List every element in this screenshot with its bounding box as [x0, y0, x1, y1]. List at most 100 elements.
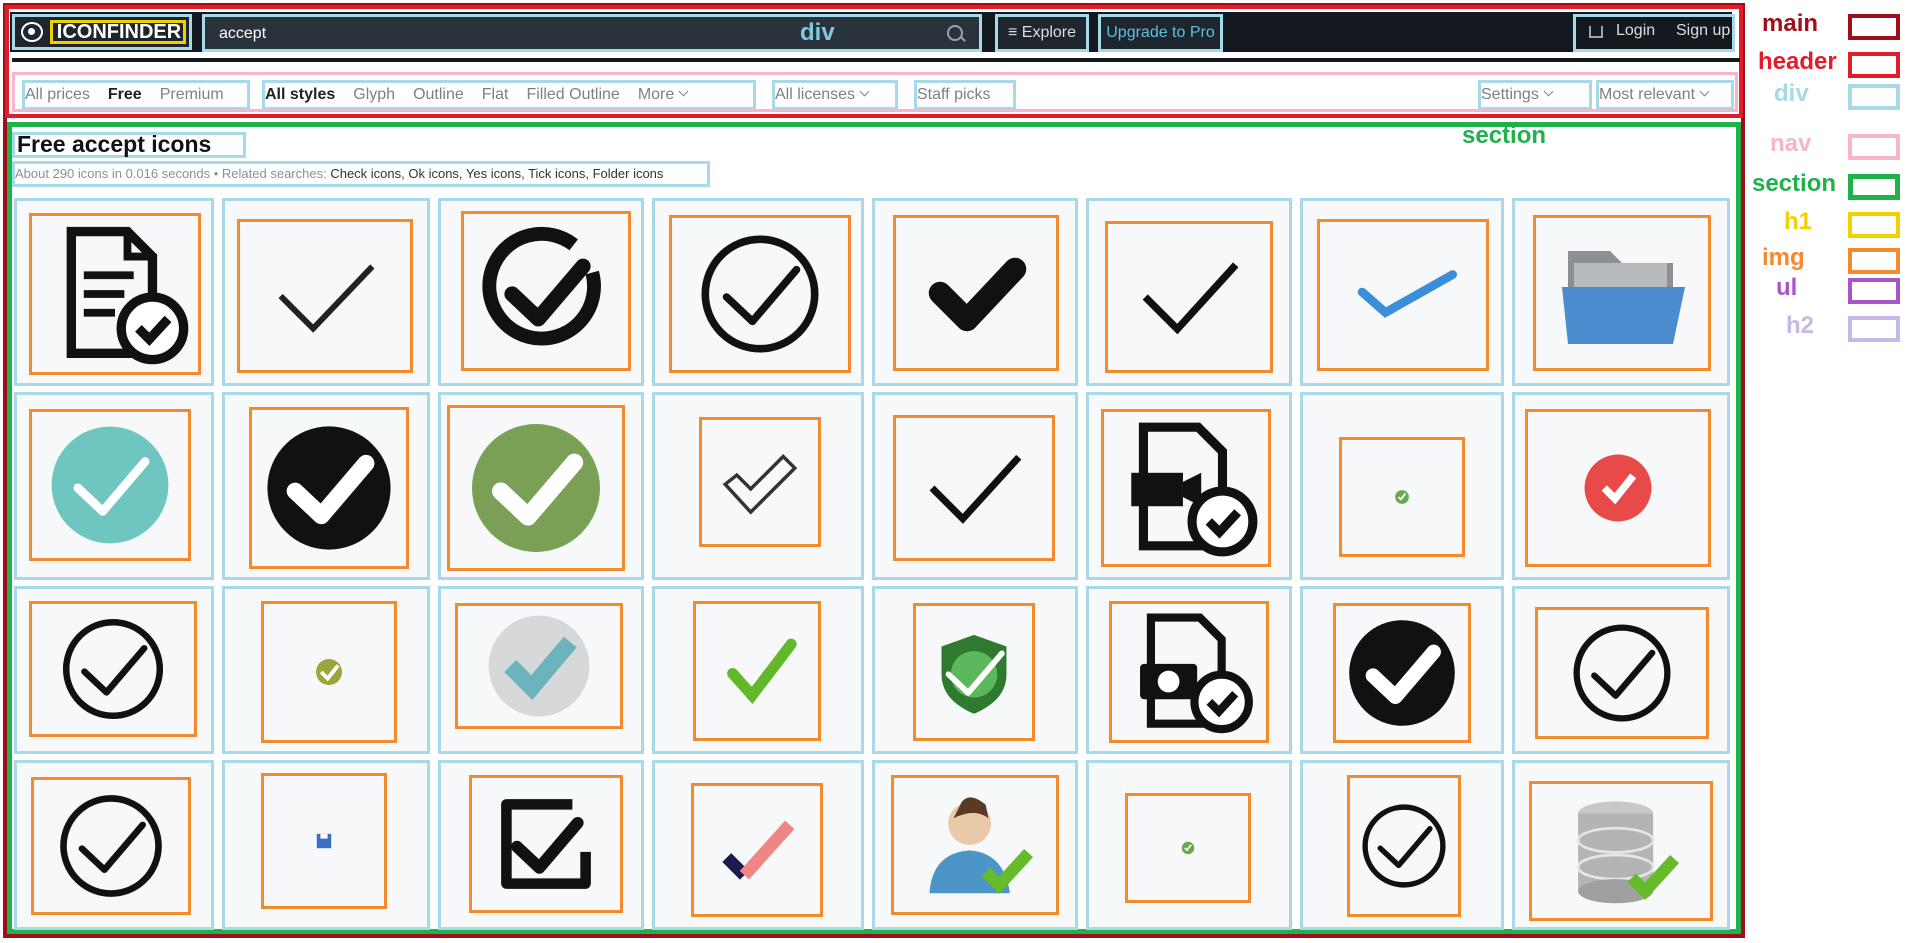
- legend-swatch: [1848, 134, 1900, 160]
- legend-label: main: [1762, 10, 1819, 37]
- small-olive-check-icon[interactable]: [261, 601, 397, 743]
- icon-card[interactable]: [14, 198, 214, 386]
- chevron-down-icon: [1699, 86, 1710, 97]
- check-icon[interactable]: [893, 415, 1055, 561]
- icon-card[interactable]: [652, 760, 864, 930]
- small-green-check-icon[interactable]: [1339, 437, 1465, 557]
- icon-card[interactable]: [222, 198, 430, 386]
- filter-more[interactable]: More: [638, 86, 674, 103]
- legend-label: ul: [1776, 274, 1798, 301]
- icon-card[interactable]: [1512, 586, 1730, 754]
- icon-card[interactable]: [438, 392, 644, 580]
- pink-check-icon[interactable]: [691, 783, 823, 917]
- filter-all-styles[interactable]: All styles: [265, 86, 335, 103]
- icon-card[interactable]: [14, 760, 214, 930]
- settings-dropdown[interactable]: Settings: [1478, 80, 1592, 110]
- logo[interactable]: ICONFINDER: [12, 14, 192, 50]
- filter-premium[interactable]: Premium: [160, 86, 224, 103]
- folder-icon[interactable]: [1533, 215, 1711, 371]
- user-check-icon[interactable]: [891, 775, 1059, 915]
- icon-card[interactable]: [1512, 198, 1730, 386]
- search-icon[interactable]: [947, 25, 963, 41]
- filter-all-prices[interactable]: All prices: [25, 86, 90, 103]
- circle-check-icon[interactable]: [669, 215, 851, 373]
- blue-check-icon[interactable]: [1317, 219, 1489, 371]
- icon-card[interactable]: [1300, 198, 1504, 386]
- teal-circle-check-icon[interactable]: [29, 409, 191, 561]
- icon-card[interactable]: [1086, 760, 1292, 930]
- database-check-icon[interactable]: [1529, 781, 1713, 921]
- div-annotation-label: div: [800, 19, 835, 46]
- check-icon[interactable]: [1105, 221, 1273, 373]
- icon-card[interactable]: [438, 198, 644, 386]
- video-file-check-icon[interactable]: [1101, 409, 1271, 567]
- green-check-icon[interactable]: [693, 601, 821, 741]
- cart-icon[interactable]: [1589, 26, 1603, 38]
- icon-card[interactable]: [438, 586, 644, 754]
- green-circle-check-icon[interactable]: [447, 405, 625, 571]
- filter-outline[interactable]: Outline: [413, 86, 464, 103]
- thin-check-icon[interactable]: [237, 219, 413, 373]
- legend-label: img: [1762, 244, 1805, 271]
- icon-card[interactable]: [652, 198, 864, 386]
- auth-links: Login Sign up: [1573, 14, 1735, 52]
- login-link[interactable]: Login: [1616, 22, 1655, 40]
- legend-swatch: [1848, 316, 1900, 342]
- license-filter[interactable]: All licenses: [772, 80, 898, 110]
- square-check-icon[interactable]: [469, 775, 623, 913]
- icon-card[interactable]: [1512, 392, 1730, 580]
- upgrade-button[interactable]: Upgrade to Pro: [1098, 14, 1223, 52]
- icon-card[interactable]: [1086, 392, 1292, 580]
- icon-card[interactable]: [1086, 586, 1292, 754]
- legend-swatch: [1848, 248, 1900, 274]
- icon-card[interactable]: [14, 392, 214, 580]
- icon-card[interactable]: [438, 760, 644, 930]
- icon-card[interactable]: [1300, 586, 1504, 754]
- icon-card[interactable]: [1300, 760, 1504, 930]
- shield-check-icon[interactable]: [913, 603, 1035, 741]
- icon-card[interactable]: [1300, 392, 1504, 580]
- search-input[interactable]: [217, 17, 781, 51]
- icon-card[interactable]: [1512, 760, 1730, 930]
- icon-card[interactable]: [652, 392, 864, 580]
- icon-card[interactable]: [872, 586, 1078, 754]
- bold-check-icon[interactable]: [893, 215, 1059, 371]
- icon-card[interactable]: [872, 198, 1078, 386]
- floppy-icon[interactable]: [261, 773, 387, 909]
- filter-glyph[interactable]: Glyph: [353, 86, 395, 103]
- logo-eye-icon: [21, 22, 43, 42]
- page-title-box: Free accept icons: [12, 131, 246, 158]
- icon-card[interactable]: [1086, 198, 1292, 386]
- icon-card[interactable]: [872, 760, 1078, 930]
- circle-arrow-check-icon[interactable]: [461, 211, 631, 371]
- legend-label: section: [1752, 170, 1837, 197]
- price-filter: All prices Free Premium: [22, 80, 250, 110]
- black-circle-check-icon[interactable]: [1333, 603, 1471, 743]
- staff-picks-filter[interactable]: Staff picks: [914, 80, 1016, 110]
- circle-check-icon[interactable]: [31, 777, 191, 915]
- outline-check-icon[interactable]: [699, 417, 821, 547]
- circle-check-icon[interactable]: [1535, 607, 1709, 739]
- chevron-down-icon: [859, 86, 870, 97]
- filter-filled-outline[interactable]: Filled Outline: [526, 86, 619, 103]
- explore-button[interactable]: ≡ Explore: [995, 14, 1089, 52]
- signup-link[interactable]: Sign up: [1676, 22, 1730, 40]
- camera-file-check-icon[interactable]: [1109, 601, 1269, 743]
- icon-card[interactable]: [14, 586, 214, 754]
- small-green-check-icon[interactable]: [1125, 793, 1251, 903]
- sort-dropdown[interactable]: Most relevant: [1596, 80, 1734, 110]
- icon-card[interactable]: [222, 760, 430, 930]
- icon-card[interactable]: [652, 586, 864, 754]
- black-circle-check-icon[interactable]: [249, 407, 409, 569]
- related-searches[interactable]: Check icons, Ok icons, Yes icons, Tick i…: [330, 166, 663, 181]
- icon-card[interactable]: [222, 586, 430, 754]
- filter-free[interactable]: Free: [108, 86, 142, 103]
- icon-card[interactable]: [222, 392, 430, 580]
- circle-check-icon[interactable]: [1347, 775, 1461, 917]
- grey-circle-teal-check-icon[interactable]: [455, 603, 623, 729]
- circle-check-icon[interactable]: [29, 601, 197, 737]
- filter-flat[interactable]: Flat: [482, 86, 509, 103]
- red-circle-check-icon[interactable]: [1525, 409, 1711, 567]
- icon-card[interactable]: [872, 392, 1078, 580]
- document-check-icon[interactable]: [29, 213, 201, 375]
